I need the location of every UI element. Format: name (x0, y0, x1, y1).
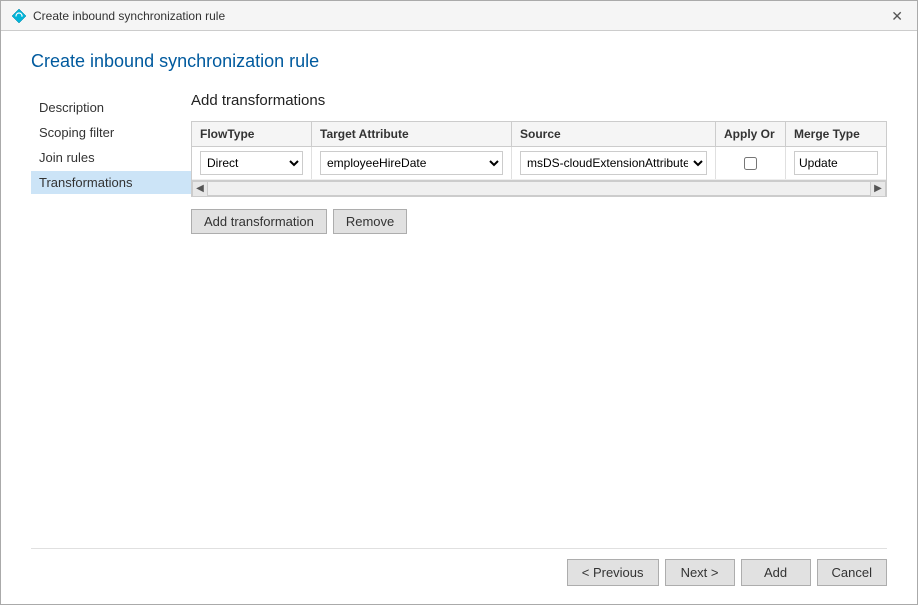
next-button[interactable]: Next > (665, 559, 735, 586)
title-bar: Create inbound synchronization rule ✕ (1, 1, 917, 31)
scroll-left-button[interactable]: ◀ (192, 181, 208, 197)
col-flow-type: FlowType (192, 122, 312, 146)
page-title: Create inbound synchronization rule (31, 51, 887, 72)
remove-button[interactable]: Remove (333, 209, 407, 234)
col-apply-once: Apply Or (716, 122, 786, 146)
sidebar-item-scoping-filter[interactable]: Scoping filter (31, 121, 191, 144)
flow-type-select[interactable]: Direct Constant Expression (200, 151, 303, 175)
cell-flow-type: Direct Constant Expression (192, 147, 312, 179)
sidebar-item-description[interactable]: Description (31, 96, 191, 119)
sidebar-item-join-rules[interactable]: Join rules (31, 146, 191, 169)
sidebar-item-transformations[interactable]: Transformations (31, 171, 191, 194)
table-row: Direct Constant Expression employeeHireD… (192, 147, 886, 180)
main-area: Description Scoping filter Join rules Tr… (31, 92, 887, 548)
cell-apply-once (716, 147, 786, 179)
scroll-track[interactable] (208, 181, 870, 196)
sidebar: Description Scoping filter Join rules Tr… (31, 92, 191, 548)
add-transformation-button[interactable]: Add transformation (191, 209, 327, 234)
scroll-right-button[interactable]: ▶ (870, 181, 886, 197)
right-panel: Add transformations FlowType Target Attr… (191, 92, 887, 548)
col-source: Source (512, 122, 716, 146)
transformations-table: FlowType Target Attribute Source Apply O… (191, 121, 887, 197)
close-button[interactable]: ✕ (887, 9, 907, 23)
previous-button[interactable]: < Previous (567, 559, 659, 586)
add-button[interactable]: Add (741, 559, 811, 586)
cell-target-attribute: employeeHireDate (312, 147, 512, 179)
apply-once-checkbox[interactable] (744, 157, 757, 170)
col-target-attribute: Target Attribute (312, 122, 512, 146)
footer: < Previous Next > Add Cancel (31, 548, 887, 594)
col-merge-type: Merge Type (786, 122, 886, 146)
cancel-button[interactable]: Cancel (817, 559, 887, 586)
section-title: Add transformations (191, 92, 887, 109)
transformation-buttons: Add transformation Remove (191, 209, 887, 234)
horizontal-scrollbar: ◀ ▶ (192, 180, 886, 196)
table-header: FlowType Target Attribute Source Apply O… (192, 122, 886, 147)
target-attribute-select[interactable]: employeeHireDate (320, 151, 503, 175)
merge-type-input[interactable] (794, 151, 878, 175)
title-bar-text: Create inbound synchronization rule (33, 9, 225, 23)
app-icon (11, 8, 27, 24)
source-select[interactable]: msDS-cloudExtensionAttribute1 (520, 151, 707, 175)
cell-merge-type (786, 147, 886, 179)
cell-source: msDS-cloudExtensionAttribute1 (512, 147, 716, 179)
main-window: Create inbound synchronization rule ✕ Cr… (0, 0, 918, 605)
content-area: Create inbound synchronization rule Desc… (1, 31, 917, 604)
title-bar-left: Create inbound synchronization rule (11, 8, 225, 24)
